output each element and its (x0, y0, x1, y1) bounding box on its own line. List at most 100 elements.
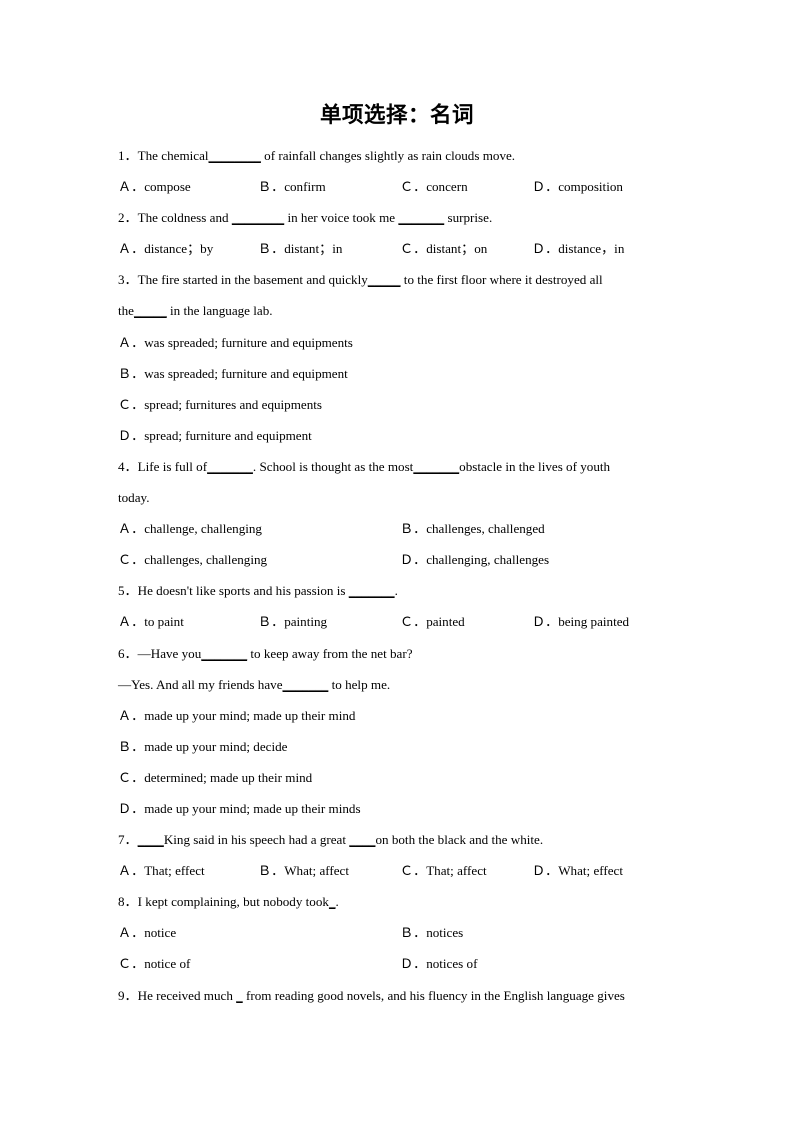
stem-post: to the first floor where it destroyed al… (400, 272, 603, 288)
option-text: That; effect (144, 863, 205, 879)
option-text: was spreaded; furniture and equipments (144, 334, 353, 350)
stem-post: to keep away from the net bar? (247, 645, 413, 661)
question-number: 2． (118, 210, 138, 226)
option-text: What; affect (284, 863, 350, 879)
option-row: Ｃ．challenges, challenging Ｄ．challenging,… (118, 544, 684, 575)
stem-post: of rainfall changes slightly as rain clo… (260, 148, 516, 163)
option-a[interactable]: Ａ．That; effect (118, 855, 205, 886)
option-text: made up your mind; made up their minds (144, 800, 361, 816)
stem-pre: He received much (137, 987, 237, 1003)
stem-post: . (335, 894, 339, 910)
question-number: 6． (118, 645, 138, 661)
option-c[interactable]: Ｃ．That; affect (400, 855, 487, 886)
stem-post: obstacle in the lives of youth (459, 458, 611, 474)
option-text: composition (558, 179, 623, 195)
option-b[interactable]: Ｂ．made up your mind; decide (118, 731, 287, 762)
option-row: Ｃ．spread; furnitures and equipments (118, 389, 684, 420)
option-d[interactable]: Ｄ．spread; furniture and equipment (118, 420, 312, 451)
option-a[interactable]: Ａ．made up your mind; made up their mind (118, 700, 355, 731)
option-marker: Ｄ． (400, 956, 427, 972)
option-b[interactable]: Ｂ．challenges, challenged (400, 513, 545, 544)
option-text: determined; made up their mind (144, 769, 313, 785)
option-marker: Ｃ． (400, 241, 427, 257)
option-d[interactable]: Ｄ．notices of (400, 948, 477, 979)
option-text: painting (284, 614, 328, 630)
option-a[interactable]: Ａ．to paint (118, 606, 184, 637)
option-d[interactable]: Ｄ．composition (532, 171, 623, 202)
option-text: notices of (426, 956, 478, 972)
cont-post: in the language lab. (166, 303, 273, 319)
option-c[interactable]: Ｃ．challenges, challenging (118, 544, 267, 575)
option-text: compose (144, 179, 191, 195)
option-marker: Ｄ． (532, 241, 559, 257)
option-marker: Ｄ． (532, 863, 559, 879)
option-c[interactable]: Ｃ．spread; furnitures and equipments (118, 389, 322, 420)
option-text: challenges, challenged (426, 521, 545, 537)
option-marker: Ｃ． (118, 956, 145, 972)
option-a[interactable]: Ａ．notice (118, 917, 176, 948)
option-text: being painted (558, 614, 630, 630)
option-d[interactable]: Ｄ．made up your mind; made up their minds (118, 793, 361, 824)
stem-mid: in her voice took me (284, 210, 399, 226)
option-c[interactable]: Ｃ．notice of (118, 948, 190, 979)
fill-blank: ________ (231, 210, 285, 226)
option-c[interactable]: Ｃ．determined; made up their mind (118, 762, 312, 793)
option-c[interactable]: Ｃ．painted (400, 606, 465, 637)
option-a[interactable]: Ａ．challenge, challenging (118, 513, 262, 544)
document-page: 单项选择：名词 1．The chemical________ of rainfa… (0, 0, 794, 1123)
stem-pre: He doesn't like sports and his passion i… (137, 583, 349, 599)
stem-post: surprise. (444, 210, 493, 226)
option-marker: Ａ． (118, 521, 145, 537)
option-c[interactable]: Ｃ．concern (400, 171, 468, 202)
option-marker: Ｄ． (400, 552, 427, 568)
option-marker: Ｃ． (118, 769, 145, 785)
stem-post: on both the black and the white. (375, 832, 544, 848)
option-marker: Ｄ． (118, 427, 145, 443)
option-d[interactable]: Ｄ．What; effect (532, 855, 623, 886)
option-text: painted (426, 614, 465, 630)
option-b[interactable]: Ｂ．notices (400, 917, 463, 948)
option-row: Ａ．to paint Ｂ．painting Ｃ．painted Ｄ．being … (118, 606, 684, 637)
option-marker: Ａ． (118, 863, 145, 879)
option-b[interactable]: Ｂ．distant；in (258, 233, 342, 264)
question-stem: 7．____King said in his speech had a grea… (118, 824, 684, 855)
question-stem: 3．The fire started in the basement and q… (118, 264, 684, 295)
option-marker: Ａ． (118, 334, 145, 350)
option-b[interactable]: Ｂ．painting (258, 606, 327, 637)
option-a[interactable]: Ａ．was spreaded; furniture and equipments (118, 327, 353, 358)
option-b[interactable]: Ｂ．What; affect (258, 855, 349, 886)
option-d[interactable]: Ｄ．challenging, challenges (400, 544, 549, 575)
option-text: notice of (144, 956, 191, 972)
option-d[interactable]: Ｄ．distance，in (532, 233, 624, 264)
option-b[interactable]: Ｂ．was spreaded; furniture and equipment (118, 358, 348, 389)
option-d[interactable]: Ｄ．being painted (532, 606, 629, 637)
stem-pre: —Have you (137, 645, 202, 661)
option-text: was spreaded; furniture and equipment (144, 365, 348, 381)
question-stem: 9．He received much _ from reading good n… (118, 980, 684, 1011)
question-number: 3． (118, 272, 138, 288)
fill-blank: ________ (208, 148, 261, 163)
fill-blank: _______ (282, 676, 329, 692)
option-marker: Ｂ． (400, 521, 427, 537)
option-marker: Ａ． (118, 925, 145, 941)
stem-post: . (394, 583, 398, 599)
page-title: 单项选择：名词 (319, 103, 474, 127)
option-text: concern (426, 179, 468, 195)
option-text: notice (144, 925, 177, 941)
option-marker: Ｂ． (258, 179, 285, 195)
option-c[interactable]: Ｃ．distant；on (400, 233, 487, 264)
fill-blank: ____ (349, 832, 376, 848)
question-stem: 8．I kept complaining, but nobody took_. (118, 886, 684, 917)
option-marker: Ａ． (118, 707, 145, 723)
option-b[interactable]: Ｂ．confirm (258, 171, 326, 202)
cont-pre: the (118, 303, 134, 319)
stem-mid: . School is thought as the most (252, 458, 414, 474)
option-text: made up your mind; made up their mind (144, 707, 356, 723)
fill-blank: _______ (348, 583, 395, 599)
option-marker: Ｂ． (258, 863, 285, 879)
option-text: made up your mind; decide (144, 738, 288, 754)
option-text: What; effect (558, 863, 624, 879)
option-a[interactable]: Ａ．compose (118, 171, 191, 202)
option-a[interactable]: Ａ．distance；by (118, 233, 213, 264)
option-text: That; affect (426, 863, 487, 879)
